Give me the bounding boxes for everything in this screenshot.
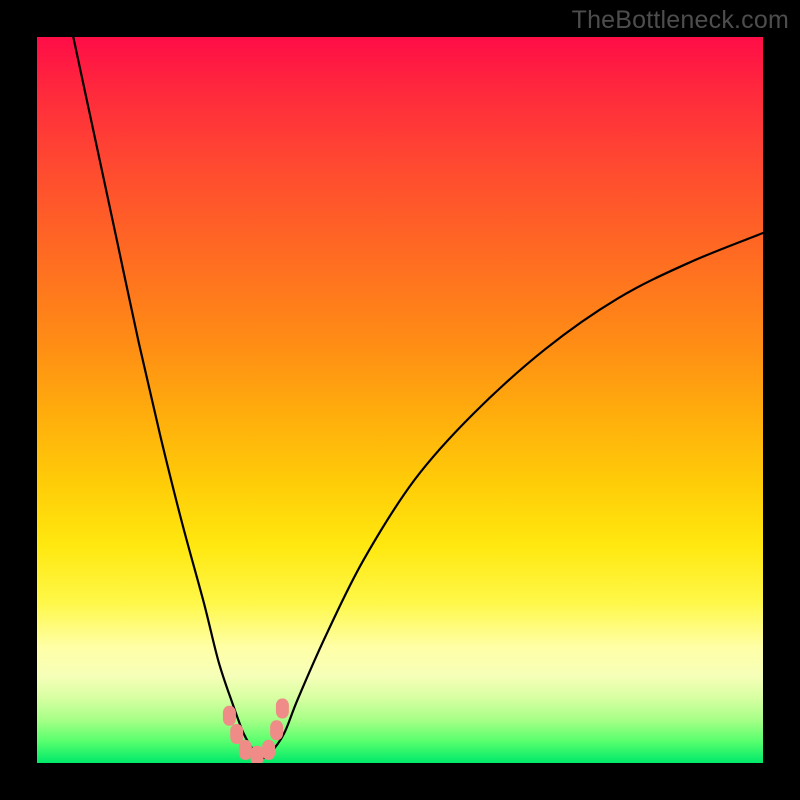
curve-marker: [223, 706, 236, 726]
curve-marker: [262, 740, 275, 760]
curve-marker: [270, 720, 283, 740]
curve-marker: [276, 699, 289, 719]
curve-marker: [251, 746, 264, 763]
bottleneck-curve-svg: [37, 37, 763, 763]
curve-marker: [239, 740, 252, 760]
marker-group: [223, 699, 289, 764]
chart-frame: TheBottleneck.com: [0, 0, 800, 800]
curve-marker: [230, 724, 243, 744]
bottleneck-curve-path: [73, 37, 763, 758]
plot-area: [37, 37, 763, 763]
watermark-text: TheBottleneck.com: [572, 6, 789, 35]
